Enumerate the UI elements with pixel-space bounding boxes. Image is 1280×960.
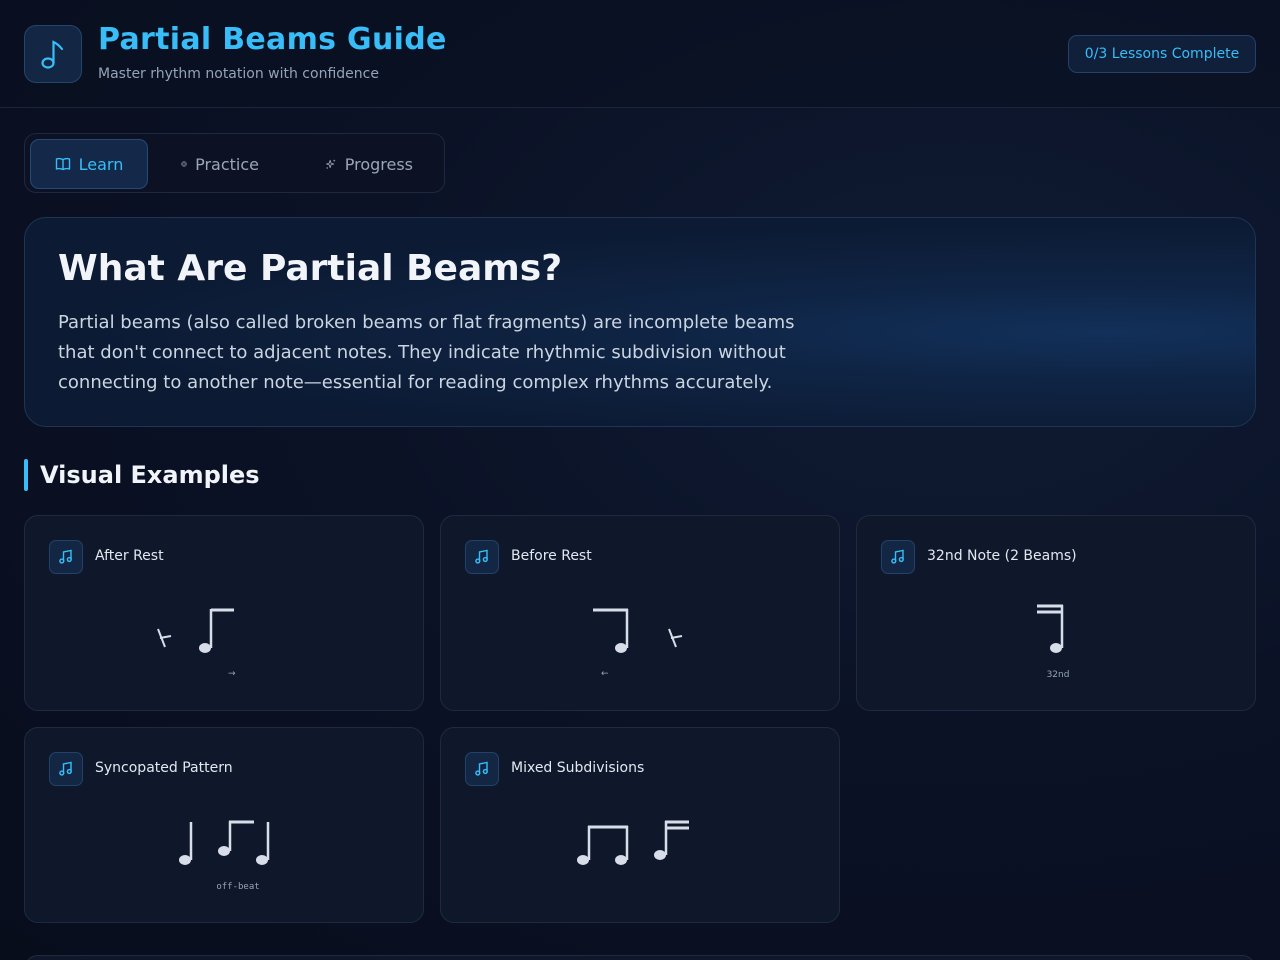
notation-mixed-subdivisions	[577, 820, 689, 865]
notation-before-rest: ←	[593, 608, 683, 679]
section-title-visual-examples: Visual Examples	[40, 461, 260, 489]
notation-caption: ←	[601, 669, 609, 679]
app-title: Partial Beams Guide	[98, 22, 447, 57]
tab-learn-label: Learn	[78, 154, 124, 174]
notation-syncopated: off-beat	[179, 820, 270, 892]
tab-practice[interactable]: Practice	[165, 139, 275, 189]
main-tabs: Learn Practice Progress	[24, 133, 445, 193]
tab-learn[interactable]: Learn	[30, 139, 148, 189]
section-accent-bar	[24, 459, 28, 491]
tab-progress-label: Progress	[344, 154, 413, 174]
example-card-32nd-note[interactable]: 32nd Note (2 Beams) 32nd	[856, 515, 1256, 711]
book-open-icon	[55, 157, 70, 171]
target-icon	[181, 161, 187, 167]
app-header: Partial Beams Guide Master rhythm notati…	[0, 0, 1280, 108]
tab-progress[interactable]: Progress	[309, 139, 429, 189]
tab-practice-label: Practice	[195, 154, 259, 174]
notation-after-rest: →	[157, 608, 236, 679]
notation-caption: 32nd	[1047, 670, 1070, 680]
example-card-syncopated-pattern[interactable]: Syncopated Pattern off-beat	[24, 727, 424, 923]
intro-panel: What Are Partial Beams? Partial beams (a…	[24, 217, 1256, 427]
lessons-progress-badge: 0/3 Lessons Complete	[1068, 35, 1256, 73]
example-card-mixed-subdivisions[interactable]: Mixed Subdivisions	[440, 727, 840, 923]
app-logo	[24, 25, 82, 83]
app-subtitle: Master rhythm notation with confidence	[98, 66, 379, 82]
intro-text: Partial beams (also called broken beams …	[58, 312, 795, 393]
sparkles-icon	[326, 159, 336, 169]
music-note-icon	[41, 40, 64, 69]
next-section-card	[24, 955, 1256, 960]
notation-32nd-note: 32nd	[1037, 604, 1070, 680]
example-card-after-rest[interactable]: After Rest →	[24, 515, 424, 711]
intro-title: What Are Partial Beams?	[58, 248, 563, 289]
notation-caption: →	[228, 669, 236, 679]
example-card-before-rest[interactable]: Before Rest ←	[440, 515, 840, 711]
notation-caption: off-beat	[216, 882, 259, 892]
